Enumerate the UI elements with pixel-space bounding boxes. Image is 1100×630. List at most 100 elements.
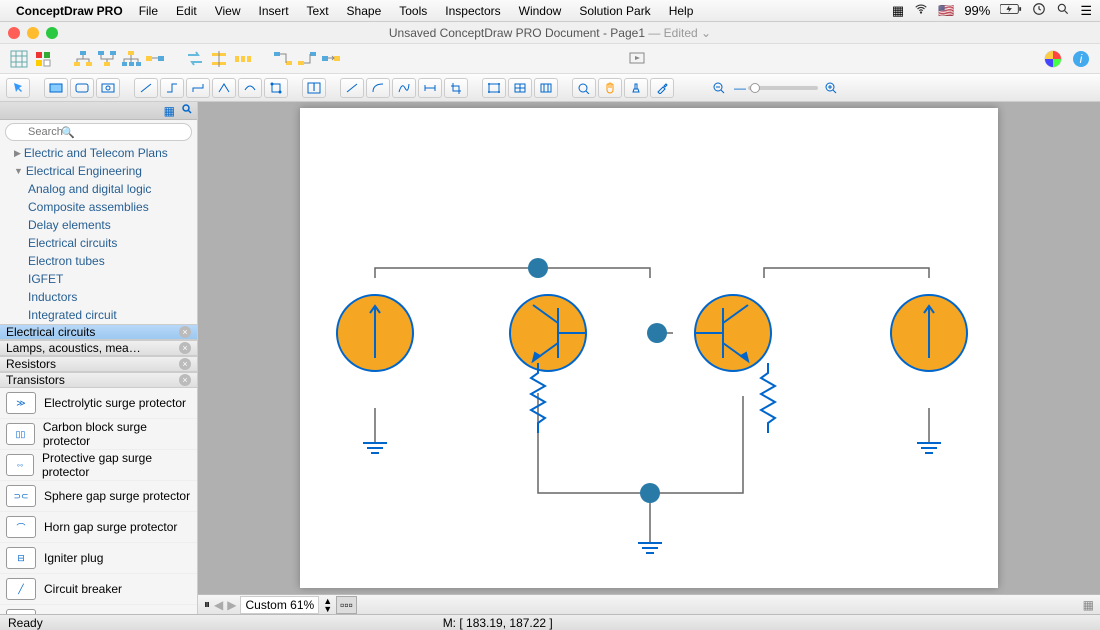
tree-child[interactable]: Electron tubes xyxy=(0,252,197,270)
menu-view[interactable]: View xyxy=(207,2,249,20)
connector6-tool[interactable] xyxy=(264,78,288,98)
tree-child[interactable]: IGFET xyxy=(0,270,197,288)
pause-icon[interactable]: ⏸ xyxy=(204,597,210,612)
prev-page-icon[interactable]: ◀ xyxy=(214,598,223,612)
line-tool[interactable] xyxy=(340,78,364,98)
library-item[interactable]: ≫Electrolytic surge protector xyxy=(0,388,197,419)
wifi-icon[interactable] xyxy=(914,2,928,19)
close-icon[interactable]: × xyxy=(179,342,191,354)
close-window-button[interactable] xyxy=(8,27,20,39)
close-icon[interactable]: × xyxy=(179,374,191,386)
category-transistors[interactable]: Transistors× xyxy=(0,372,197,388)
eyedropper-tool[interactable] xyxy=(650,78,674,98)
flow3-icon[interactable] xyxy=(320,48,342,70)
menu-insert[interactable]: Insert xyxy=(251,2,297,20)
menu-inspectors[interactable]: Inspectors xyxy=(437,2,508,20)
hand-tool[interactable] xyxy=(598,78,622,98)
next-page-icon[interactable]: ▶ xyxy=(227,598,236,612)
node3-tool[interactable] xyxy=(534,78,558,98)
flag-icon[interactable]: 🇺🇸 xyxy=(938,3,954,19)
library-item[interactable]: ╱Circuit breaker xyxy=(0,574,197,605)
text-tool[interactable]: T xyxy=(302,78,326,98)
node1-tool[interactable] xyxy=(482,78,506,98)
search-toggle-icon[interactable] xyxy=(181,103,193,118)
shape-tool[interactable] xyxy=(96,78,120,98)
menu-text[interactable]: Text xyxy=(299,2,337,20)
measure-tool[interactable] xyxy=(418,78,442,98)
grid-icon[interactable] xyxy=(8,48,30,70)
present-icon[interactable] xyxy=(626,48,648,70)
page-tabs[interactable]: ▫▫▫ xyxy=(336,596,357,614)
connector1-tool[interactable] xyxy=(134,78,158,98)
title-dropdown-icon[interactable]: ⌄ xyxy=(701,26,711,40)
rounded-rect-tool[interactable] xyxy=(70,78,94,98)
menu-window[interactable]: Window xyxy=(511,2,570,20)
tree-child[interactable]: Delay elements xyxy=(0,216,197,234)
crop-tool[interactable] xyxy=(444,78,468,98)
drawing-canvas[interactable] xyxy=(300,108,998,588)
menu-shape[interactable]: Shape xyxy=(339,2,390,20)
distribute-icon[interactable] xyxy=(232,48,254,70)
menu-file[interactable]: File xyxy=(131,2,166,20)
document-title[interactable]: Unsaved ConceptDraw PRO Document - Page1… xyxy=(389,26,711,40)
zoom-slider[interactable] xyxy=(748,86,818,90)
tree-item[interactable]: ▼Electrical Engineering xyxy=(0,162,197,180)
menu-list-icon[interactable]: ☰ xyxy=(1080,3,1092,19)
zoom-stepper-icon[interactable]: ▲▼ xyxy=(323,597,332,613)
hierarchy-icon[interactable] xyxy=(72,48,94,70)
node2-tool[interactable] xyxy=(508,78,532,98)
org-chart-icon[interactable] xyxy=(96,48,118,70)
curve-tool[interactable] xyxy=(392,78,416,98)
menu-solution-park[interactable]: Solution Park xyxy=(571,2,658,20)
grid-view-icon[interactable]: ▦ xyxy=(164,104,175,118)
tree-child[interactable]: Composite assemblies xyxy=(0,198,197,216)
zoom-level[interactable]: Custom 61% xyxy=(240,596,319,614)
rect-tool[interactable] xyxy=(44,78,68,98)
connector4-tool[interactable] xyxy=(212,78,236,98)
category-electrical-circuits[interactable]: Electrical circuits× xyxy=(0,324,197,340)
library-item[interactable]: ⊃⊂Sphere gap surge protector xyxy=(0,481,197,512)
connector5-tool[interactable] xyxy=(238,78,262,98)
color-wheel-icon[interactable] xyxy=(1042,48,1064,70)
category-lamps[interactable]: Lamps, acoustics, mea…× xyxy=(0,340,197,356)
zoom-window-button[interactable] xyxy=(46,27,58,39)
library-item[interactable]: ⊟Igniter plug xyxy=(0,543,197,574)
library-item[interactable]: ⌒Horn gap surge protector xyxy=(0,512,197,543)
connector2-tool[interactable] xyxy=(160,78,184,98)
tree-child[interactable]: Analog and digital logic xyxy=(0,180,197,198)
library-item[interactable]: ◦◦Protective gap surge protector xyxy=(0,450,197,481)
spotlight-icon[interactable] xyxy=(1056,2,1070,19)
battery-icon[interactable] xyxy=(1000,3,1022,18)
info-icon[interactable]: i xyxy=(1070,48,1092,70)
connector3-tool[interactable] xyxy=(186,78,210,98)
pointer-tool[interactable] xyxy=(6,78,30,98)
menu-help[interactable]: Help xyxy=(661,2,702,20)
clock-icon[interactable] xyxy=(1032,2,1046,19)
menu-edit[interactable]: Edit xyxy=(168,2,205,20)
tree-child[interactable]: Electrical circuits xyxy=(0,234,197,252)
zoom-in-button[interactable] xyxy=(820,78,844,98)
close-icon[interactable]: × xyxy=(179,326,191,338)
library-item-selected[interactable]: ●Junction xyxy=(0,605,197,614)
flow2-icon[interactable] xyxy=(296,48,318,70)
stamp-tool[interactable] xyxy=(624,78,648,98)
tree-item[interactable]: ▶Electric and Telecom Plans xyxy=(0,144,197,162)
chain-icon[interactable] xyxy=(144,48,166,70)
swap-icon[interactable] xyxy=(184,48,206,70)
category-resistors[interactable]: Resistors× xyxy=(0,356,197,372)
colors-icon[interactable] xyxy=(32,48,54,70)
library-item[interactable]: ▯▯Carbon block surge protector xyxy=(0,419,197,450)
flow1-icon[interactable] xyxy=(272,48,294,70)
arc-tool[interactable] xyxy=(366,78,390,98)
zoom-tool[interactable] xyxy=(572,78,596,98)
minimize-window-button[interactable] xyxy=(27,27,39,39)
tree-child[interactable]: Integrated circuit xyxy=(0,306,197,324)
tree-child[interactable]: Inductors xyxy=(0,288,197,306)
zoom-out-button[interactable] xyxy=(708,78,732,98)
control-center-icon[interactable]: ▦ xyxy=(892,3,904,19)
menu-tools[interactable]: Tools xyxy=(391,2,435,20)
app-name[interactable]: ConceptDraw PRO xyxy=(16,4,123,18)
align-icon[interactable] xyxy=(208,48,230,70)
close-icon[interactable]: × xyxy=(179,358,191,370)
view-mode-icon[interactable]: ▦ xyxy=(1083,598,1094,612)
